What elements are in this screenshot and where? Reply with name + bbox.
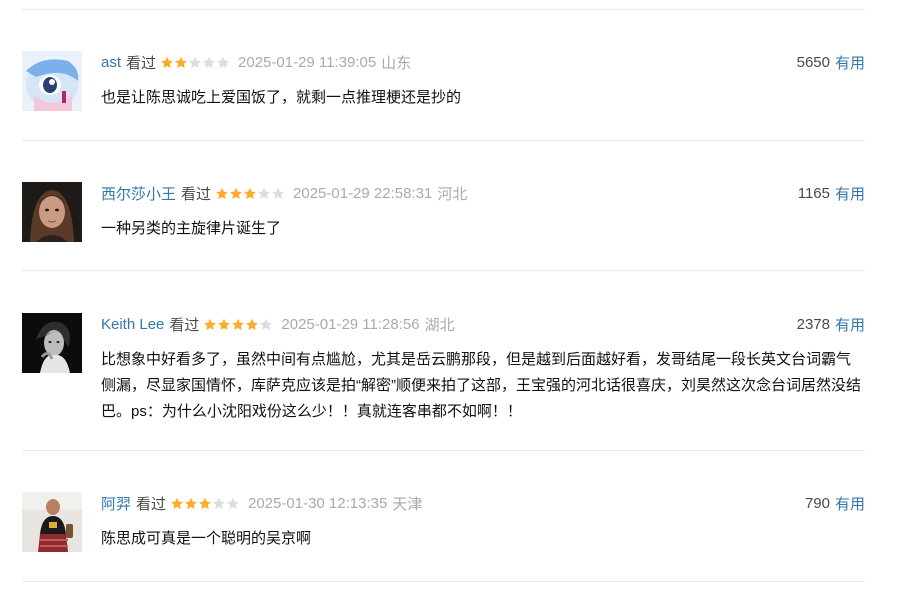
vote-area: 5650 有用	[797, 51, 865, 73]
comment-location: 天津	[392, 495, 423, 513]
rating-stars	[170, 497, 240, 510]
comment-location: 湖北	[424, 316, 455, 334]
star-empty-icon	[258, 187, 270, 199]
star-filled-icon	[175, 56, 187, 68]
comment-meta: ast 看过 2025-01-29 11:39:05 山东	[101, 51, 411, 73]
comment-text: 一种另类的主旋律片诞生了	[101, 220, 282, 237]
star-empty-icon	[217, 56, 229, 68]
star-filled-icon	[171, 497, 183, 509]
star-empty-icon	[213, 497, 225, 509]
vote-count: 5650	[796, 53, 830, 71]
comment-time: 2025-01-29 22:58:31	[293, 184, 433, 202]
star-filled-icon	[230, 187, 242, 199]
comment-time: 2025-01-30 12:13:35	[248, 494, 388, 512]
comment-location: 河北	[437, 185, 468, 203]
comment-item: 阿羿 看过 2025-01-30 12:13:35 天津 790 有用 陈思成可…	[22, 492, 865, 582]
comment-meta: Keith Lee 看过 2025-01-29 11:28:56 湖北	[101, 313, 455, 335]
comment-list: ast 看过 2025-01-29 11:39:05 山东 5650 有用 也是…	[0, 0, 916, 590]
star-empty-icon	[272, 187, 284, 199]
star-empty-icon	[189, 56, 201, 68]
star-filled-icon	[218, 318, 231, 330]
comment-time: 2025-01-29 11:39:05	[238, 53, 377, 71]
comment-item: Keith Lee 看过 2025-01-29 11:28:56 湖北 2378…	[22, 313, 865, 451]
star-empty-icon	[203, 56, 215, 68]
portrait-avatar-icon	[22, 182, 82, 242]
star-filled-icon	[216, 187, 228, 199]
star-empty-icon	[227, 497, 239, 509]
rating-stars	[203, 318, 273, 331]
comment-time: 2025-01-29 11:28:56	[281, 315, 420, 333]
star-filled-icon	[204, 318, 217, 330]
vote-area: 2378 有用	[797, 313, 865, 335]
watch-status: 看过	[126, 54, 157, 72]
username-link[interactable]: 西尔莎小王	[101, 183, 176, 204]
useful-button[interactable]: 有用	[835, 52, 865, 73]
comment-text: 比想象中好看多了，虽然中间有点尴尬，尤其是岳云鹏那段，但是越到后面越好看，发哥结…	[101, 351, 861, 420]
username-link[interactable]: 阿羿	[101, 493, 131, 514]
watch-status: 看过	[136, 495, 167, 513]
comment-text: 也是让陈思诚吃上爱国饭了，就剩一点推理梗还是抄的	[101, 89, 462, 106]
star-filled-icon	[161, 56, 173, 68]
divider	[22, 270, 865, 271]
vote-count: 2378	[796, 315, 830, 333]
useful-button[interactable]: 有用	[835, 493, 865, 514]
avatar[interactable]	[22, 492, 82, 552]
divider	[22, 9, 865, 10]
rating-stars	[215, 187, 285, 200]
star-filled-icon	[244, 187, 256, 199]
comment-item: 西尔莎小王 看过 2025-01-29 22:58:31 河北 1165 有用 …	[22, 182, 865, 271]
comment-meta: 西尔莎小王 看过 2025-01-29 22:58:31 河北	[101, 182, 467, 204]
watch-status: 看过	[169, 316, 200, 334]
star-filled-icon	[185, 497, 197, 509]
comment-item: ast 看过 2025-01-29 11:39:05 山东 5650 有用 也是…	[22, 51, 865, 141]
divider	[22, 140, 865, 141]
vote-count: 1165	[797, 184, 830, 202]
vote-area: 1165 有用	[798, 182, 865, 204]
useful-button[interactable]: 有用	[835, 183, 865, 204]
anime-avatar-icon	[22, 51, 82, 111]
vote-area: 790 有用	[805, 492, 865, 514]
comment-location: 山东	[381, 54, 412, 72]
star-filled-icon	[232, 318, 245, 330]
star-filled-icon	[199, 497, 211, 509]
watch-status: 看过	[181, 185, 212, 203]
star-filled-icon	[246, 318, 259, 330]
vote-count: 790	[804, 494, 830, 512]
divider	[22, 581, 865, 582]
avatar[interactable]	[22, 51, 82, 111]
rating-stars	[160, 56, 230, 69]
comment-text: 陈思成可真是一个聪明的吴京啊	[101, 530, 312, 547]
avatar[interactable]	[22, 182, 82, 242]
comment-meta: 阿羿 看过 2025-01-30 12:13:35 天津	[101, 492, 422, 514]
bw-portrait-avatar-icon	[22, 313, 82, 373]
star-empty-icon	[260, 318, 273, 330]
useful-button[interactable]: 有用	[835, 314, 865, 335]
avatar[interactable]	[22, 313, 82, 373]
username-link[interactable]: Keith Lee	[101, 316, 164, 333]
divider	[22, 450, 865, 451]
photo-avatar-icon	[22, 492, 82, 552]
username-link[interactable]: ast	[101, 54, 121, 71]
